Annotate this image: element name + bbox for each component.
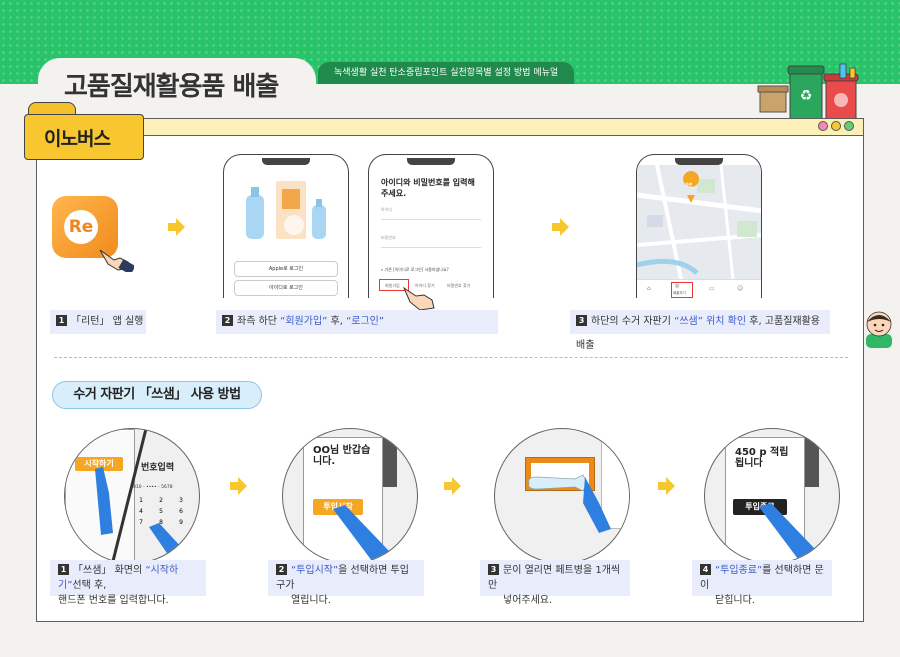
legacy-login-text: 기존 [아이디로 로그인] 사용하셨나요? bbox=[384, 267, 449, 272]
step-highlight: “쓰샘” 위치 확인 bbox=[674, 316, 747, 327]
section-divider bbox=[54, 357, 848, 358]
kiosk-step-3-illustration bbox=[494, 428, 630, 564]
tab-home-icon[interactable]: ⌂ bbox=[647, 285, 651, 292]
step-highlight: “회원가입” bbox=[280, 316, 328, 327]
step-text: 좌측 하단 bbox=[237, 316, 281, 327]
pointing-hand-icon bbox=[99, 249, 134, 272]
kiosk-step-2-illustration: OO님 반갑습니다. 투입시작 bbox=[282, 428, 418, 564]
welcome-text: OO님 반갑습니다. bbox=[313, 445, 371, 467]
kiosk-caption-1: 1 「쓰샘」 화면의 “시작하기”선택 후, 핸드폰 번호를 입력합니다. bbox=[50, 560, 206, 606]
id-login-button[interactable]: 아이디로 로그인 bbox=[234, 280, 338, 296]
arrow-right-icon bbox=[552, 218, 569, 236]
step-number: 2 bbox=[222, 314, 233, 326]
password-field[interactable] bbox=[381, 247, 481, 248]
step-number: 3 bbox=[576, 314, 587, 326]
mascot-icon bbox=[866, 311, 892, 348]
blue-gloved-hands-icon bbox=[95, 467, 183, 559]
id-field-label: 아이디 bbox=[381, 207, 393, 212]
app-icon-text: Re bbox=[64, 210, 98, 244]
kiosk-caption-3: 3 문이 열리면 페트병을 1개씩만 넣어주세요. bbox=[480, 560, 630, 606]
step-text-line2: 열립니다. bbox=[291, 595, 331, 606]
step-number: 4 bbox=[700, 563, 711, 575]
phone-map-screen: 자판 ⌂ ◎ 배출하기 ▭ ☺ bbox=[636, 154, 762, 298]
pet-bottle-icon bbox=[528, 474, 611, 533]
arrow-right-icon bbox=[658, 477, 675, 495]
step-number: 2 bbox=[276, 563, 287, 575]
step-text: 하단의 수거 자판기 bbox=[591, 316, 675, 327]
location-pin-icon: ◎ bbox=[675, 283, 680, 289]
phone-notch bbox=[407, 158, 455, 165]
step-text: 선택 후, bbox=[72, 580, 107, 591]
page-title: 고품질재활용품 배출 bbox=[64, 72, 279, 102]
step-text-line2: 닫힙니다. bbox=[715, 595, 755, 606]
step-text-line2: 핸드폰 번호를 입력합니다. bbox=[58, 595, 169, 606]
step-caption-1: 1 「리턴」 앱 실행 bbox=[50, 310, 146, 334]
step-text-line2: 넣어주세요. bbox=[503, 595, 553, 606]
kiosk-side-panel bbox=[805, 437, 819, 487]
phone-login-screen: Apple로 로그인 아이디로 로그인 bbox=[223, 154, 349, 298]
header-subtitle: 녹색생활 실천 탄소중립포인트 실천항목별 설정 방법 메뉴얼 bbox=[318, 62, 575, 84]
step-highlight: “투입시작” bbox=[291, 565, 339, 576]
dispose-tab[interactable]: 배출하기 bbox=[673, 291, 686, 296]
find-password-link[interactable]: 비밀번호 찾기 bbox=[447, 283, 470, 289]
password-field-label: 비밀번호 bbox=[381, 235, 396, 240]
kiosk-caption-2: 2 “투입시작”을 선택하면 투입구가 열립니다. bbox=[268, 560, 424, 606]
step-number: 1 bbox=[56, 314, 67, 326]
blue-gloved-hand-icon bbox=[333, 505, 389, 563]
product-bottles-image bbox=[246, 181, 326, 239]
tab-profile-icon[interactable]: ☺ bbox=[737, 285, 743, 292]
login-prompt: 아이디와 비밀번호를 입력해주세요. bbox=[381, 178, 475, 198]
svg-text:♻: ♻ bbox=[800, 88, 813, 104]
arrow-right-icon bbox=[444, 477, 461, 495]
map-view[interactable] bbox=[637, 165, 762, 279]
phone-notch bbox=[675, 158, 723, 165]
pointing-hand-icon bbox=[402, 286, 435, 311]
window-dot-yellow bbox=[831, 121, 841, 131]
kiosk-caption-4: 4 “투입종료”를 선택하면 문이 닫힙니다. bbox=[692, 560, 832, 606]
step-number: 1 bbox=[58, 563, 69, 575]
phone-notch bbox=[262, 158, 310, 165]
step-text: 「리턴」 앱 실행 bbox=[71, 316, 144, 327]
blue-gloved-hand-icon bbox=[759, 503, 815, 563]
step-number: 3 bbox=[488, 563, 499, 575]
points-text: 450 p 적립됩니다 bbox=[735, 447, 789, 469]
step-caption-2: 2 좌측 하단 “회원가입” 후, “로그인” bbox=[216, 310, 498, 334]
step-text: 후, bbox=[327, 316, 347, 327]
machine-marker-label: 자판 bbox=[685, 182, 693, 187]
tab-wallet-icon[interactable]: ▭ bbox=[709, 285, 715, 292]
recycling-bins-icon: ♻ bbox=[757, 63, 859, 121]
phone-credentials-screen: 아이디와 비밀번호를 입력해주세요. 아이디 비밀번호 ⌕ 기존 [아이디로 로… bbox=[368, 154, 494, 298]
card-title-bar bbox=[36, 118, 864, 136]
kiosk-side-panel bbox=[383, 437, 397, 487]
kiosk-step-1-illustration: 시작하기 번호입력 010 - •••• - 5678 1 2 3 4 5 6 … bbox=[64, 428, 200, 564]
legacy-login-notice[interactable]: ⌕ 기존 [아이디로 로그인] 사용하셨나요? bbox=[381, 267, 449, 273]
step-highlight: “투입종료” bbox=[715, 565, 763, 576]
step-highlight: “로그인” bbox=[346, 316, 385, 327]
kiosk-step-4-illustration: 450 p 적립됩니다 투입종료 bbox=[704, 428, 840, 564]
folder-label: 이노버스 bbox=[44, 128, 111, 150]
window-dot-green bbox=[844, 121, 854, 131]
window-dot-pink bbox=[818, 121, 828, 131]
arrow-right-icon bbox=[168, 218, 185, 236]
section-title: 수거 자판기 「쓰샘」 사용 방법 bbox=[52, 381, 262, 409]
arrow-right-icon bbox=[230, 477, 247, 495]
step-text: 문이 열리면 페트병을 1개씩만 bbox=[488, 565, 621, 591]
apple-login-button[interactable]: Apple로 로그인 bbox=[234, 261, 338, 277]
id-field[interactable] bbox=[381, 219, 481, 220]
step-caption-3: 3 하단의 수거 자판기 “쓰샘” 위치 확인 후, 고품질재활용 배출 bbox=[570, 310, 830, 351]
step-text: 「쓰샘」 화면의 bbox=[73, 565, 146, 576]
